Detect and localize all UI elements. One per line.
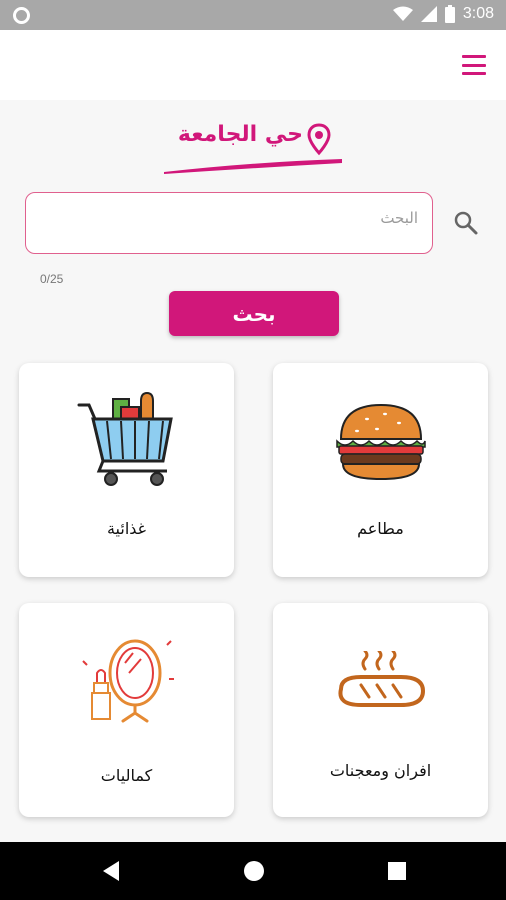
status-time: 3:08 — [462, 5, 494, 22]
menu-line — [462, 63, 486, 67]
category-label: مطاعم — [357, 519, 404, 538]
category-label: كماليات — [100, 766, 153, 785]
menu-line — [462, 72, 486, 75]
menu-line — [462, 55, 486, 58]
search-field[interactable] — [25, 192, 433, 254]
category-card-grocery[interactable]: غذائية — [19, 363, 234, 577]
character-counter: 0/25 — [40, 272, 64, 286]
category-card-bakery[interactable]: افران ومعجنات — [273, 603, 488, 817]
category-card-restaurants[interactable]: مطاعم — [273, 363, 488, 577]
menu-button[interactable] — [462, 55, 486, 75]
location-pin-icon — [307, 123, 331, 156]
search-icon[interactable] — [453, 210, 479, 236]
burger-icon — [335, 403, 426, 481]
recents-icon[interactable] — [387, 860, 407, 882]
bread-icon — [337, 651, 425, 707]
signal-icon — [420, 6, 437, 22]
search-input[interactable] — [48, 203, 418, 233]
app-logo: حي الجامعة — [160, 118, 345, 178]
shopping-cart-icon — [77, 391, 173, 486]
navigation-bar — [0, 842, 506, 900]
category-label: غذائية — [106, 519, 147, 538]
battery-icon — [444, 5, 455, 23]
wifi-icon — [392, 6, 413, 21]
back-icon[interactable] — [101, 860, 121, 882]
category-label: افران ومعجنات — [329, 761, 432, 780]
category-card-cosmetics[interactable]: كماليات — [19, 603, 234, 817]
logo-text: حي الجامعة — [177, 122, 303, 147]
search-button[interactable]: بحث — [169, 291, 339, 336]
home-icon[interactable] — [243, 860, 265, 882]
notification-dot-icon — [13, 7, 30, 24]
status-bar: 3:08 — [0, 0, 506, 30]
logo-swoosh — [164, 159, 342, 174]
app-bar — [0, 30, 506, 100]
mirror-lipstick-icon — [81, 639, 174, 723]
